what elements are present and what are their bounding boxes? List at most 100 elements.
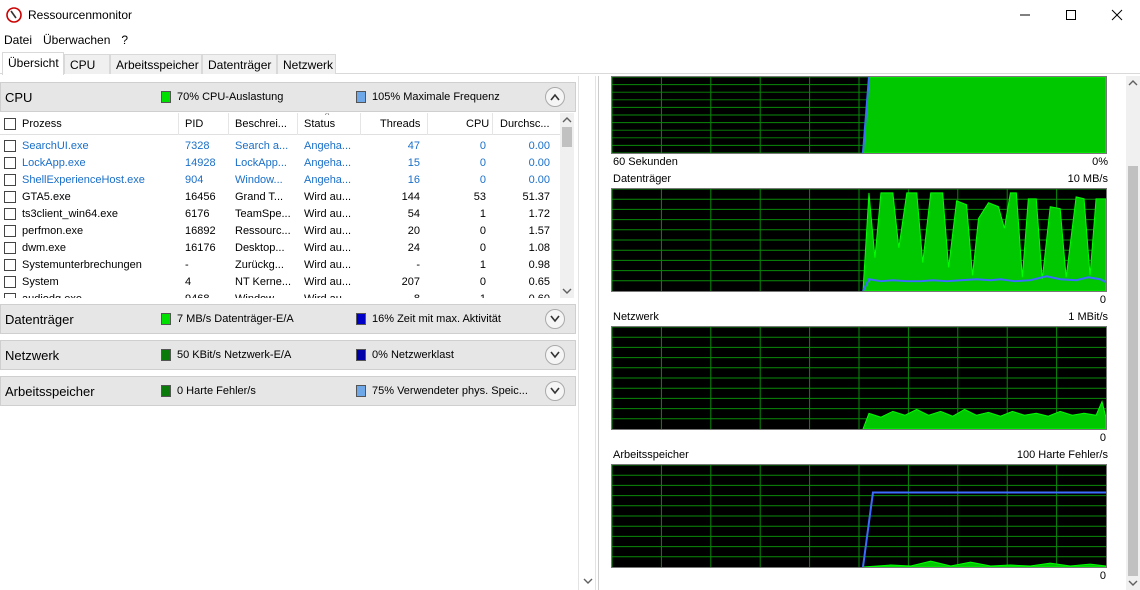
close-button[interactable] — [1094, 0, 1140, 30]
row-checkbox[interactable] — [4, 242, 16, 254]
cpu-usage-text: 70% CPU-Auslastung — [177, 91, 284, 103]
process-name-cell: Systemunterbrechungen — [22, 259, 142, 271]
table-row[interactable]: LockApp.exe 14928 LockApp... Angeha... 15 0 0.… — [0, 155, 560, 172]
tab-memory[interactable]: Arbeitsspeicher — [110, 54, 202, 74]
column-header-threads[interactable]: Threads — [380, 118, 420, 130]
status-cell: Wird au... — [304, 276, 352, 288]
select-all-checkbox[interactable] — [4, 118, 16, 130]
table-row[interactable]: ts3client_win64.exe 6176 TeamSpe... Wird au… — [0, 206, 560, 223]
table-row[interactable]: SearchUI.exe 7328 Search a... Angeha... 47 0 0… — [0, 138, 560, 155]
cpu-section-header[interactable]: CPU 70% CPU-Auslastung 105% Maximale Fre… — [0, 82, 576, 112]
column-header-pid[interactable]: PID — [185, 118, 203, 130]
network-graph-max-label: 1 MBit/s — [1068, 311, 1108, 323]
sort-arrow-icon: ^ — [325, 113, 330, 120]
threads-cell: 144 — [401, 191, 420, 203]
section-title: Datenträger — [5, 311, 74, 327]
row-checkbox[interactable] — [4, 276, 16, 288]
column-header-status[interactable]: Status — [304, 118, 335, 130]
pane-splitter[interactable] — [578, 76, 596, 590]
average-cpu-cell: 0.00 — [528, 140, 550, 152]
table-row[interactable]: Systemunterbrechungen - Zurückg... Wird au.… — [0, 257, 560, 274]
row-checkbox[interactable] — [4, 157, 16, 169]
pid-cell: - — [185, 259, 189, 271]
disk-graph-max-label: 10 MB/s — [1067, 173, 1108, 185]
network-section-header[interactable]: Netzwerk 50 KBit/s Netzwerk-E/A 0% Netzw… — [0, 340, 576, 370]
scroll-down-icon — [1128, 580, 1138, 586]
column-header-description[interactable]: Beschrei... — [235, 118, 287, 130]
cpu-usage-area — [862, 77, 1106, 153]
disk-graph — [611, 188, 1107, 292]
column-header-process[interactable]: Prozess — [22, 118, 62, 130]
minimize-icon — [1020, 14, 1030, 16]
row-checkbox[interactable] — [4, 259, 16, 271]
row-checkbox[interactable] — [4, 191, 16, 203]
status-cell: Wird au... — [304, 293, 358, 298]
column-header-cpu[interactable]: CPU — [466, 118, 489, 130]
cpu-cell: 1 — [479, 208, 486, 220]
row-checkbox[interactable] — [4, 174, 16, 186]
pid-cell: 904 — [185, 174, 204, 186]
menu-help[interactable]: ? — [117, 33, 135, 47]
physical-memory-legend: 75% Verwendeter phys. Speic... — [356, 385, 528, 397]
resource-monitor-icon — [6, 7, 22, 23]
description-cell: LockApp... — [235, 157, 287, 169]
scroll-thumb[interactable] — [1128, 166, 1138, 576]
table-row[interactable]: ShellExperienceHost.exe 904 Window... Angeh… — [0, 172, 560, 189]
scroll-down-icon — [562, 288, 572, 294]
row-checkbox[interactable] — [4, 225, 16, 237]
table-row[interactable]: audiodg.exe 9468 Window... Wird au... 8 1 0.60 — [0, 291, 560, 298]
threads-cell: 16 — [407, 174, 420, 186]
menu-file[interactable]: Datei — [0, 33, 39, 47]
average-cpu-cell: 1.08 — [528, 242, 550, 254]
process-name-cell: System — [22, 276, 59, 288]
physical-memory-line — [861, 491, 1106, 567]
table-row[interactable]: dwm.exe 16176 Desktop... Wird au... 24 0 1.08 — [0, 240, 560, 257]
memory-section-header[interactable]: Arbeitsspeicher 0 Harte Fehler/s 75% Ver… — [0, 376, 576, 406]
process-name-cell: audiodg.exe — [22, 293, 177, 298]
legend-swatch — [356, 385, 366, 397]
graph-pane-scrollbar[interactable] — [1126, 76, 1140, 590]
process-table-scrollbar[interactable] — [560, 113, 574, 298]
network-io-legend: 50 KBit/s Netzwerk-E/A — [161, 349, 291, 361]
table-row[interactable]: GTA5.exe 16456 Grand T... Wird au... 144 53 51… — [0, 189, 560, 206]
menu-monitor[interactable]: Überwachen — [39, 33, 117, 47]
expand-chevron-button[interactable] — [545, 309, 565, 329]
disk-active-time-legend: 16% Zeit mit max. Aktivität — [356, 313, 501, 325]
minimize-button[interactable] — [1002, 0, 1048, 30]
process-name-cell: GTA5.exe — [22, 191, 71, 203]
maximize-button[interactable] — [1048, 0, 1094, 30]
expand-chevron-button[interactable] — [545, 381, 565, 401]
tab-disk[interactable]: Datenträger — [202, 54, 277, 74]
legend-swatch — [161, 91, 171, 103]
disk-io-legend: 7 MB/s Datenträger-E/A — [161, 313, 294, 325]
legend-swatch — [161, 313, 171, 325]
table-row[interactable]: System 4 NT Kerne... Wird au... 207 0 0.65 — [0, 274, 560, 291]
scroll-thumb[interactable] — [562, 127, 572, 147]
average-cpu-cell: 0.00 — [528, 174, 550, 186]
description-cell: Window... — [235, 174, 283, 186]
tab-cpu[interactable]: CPU — [64, 54, 110, 74]
row-checkbox[interactable] — [4, 140, 16, 152]
legend-swatch — [356, 91, 366, 103]
status-cell: Angeha... — [304, 174, 352, 186]
threads-cell: 54 — [407, 208, 420, 220]
row-checkbox[interactable] — [4, 208, 16, 220]
tab-network[interactable]: Netzwerk — [277, 54, 336, 74]
column-header-average-cpu[interactable]: Durchsc... — [500, 118, 550, 130]
network-io-area — [862, 400, 1106, 429]
chevron-down-icon — [550, 387, 560, 395]
status-cell: Wird au... — [304, 208, 352, 220]
disk-section-header[interactable]: Datenträger 7 MB/s Datenträger-E/A 16% Z… — [0, 304, 576, 334]
close-icon — [1111, 9, 1123, 21]
collapse-chevron-button[interactable] — [545, 87, 565, 107]
memory-graph-grid — [612, 465, 1106, 567]
status-cell: Angeha... — [304, 157, 352, 169]
description-cell: Grand T... — [235, 191, 284, 203]
memory-graph-min-label: 0 — [1099, 570, 1106, 582]
threads-cell: 207 — [401, 276, 420, 288]
scroll-up-icon — [562, 117, 572, 123]
tab-overview[interactable]: Übersicht — [2, 52, 64, 75]
table-row[interactable]: perfmon.exe 16892 Ressourc... Wird au... 20 0… — [0, 223, 560, 240]
row-checkbox[interactable] — [4, 293, 16, 298]
expand-chevron-button[interactable] — [545, 345, 565, 365]
